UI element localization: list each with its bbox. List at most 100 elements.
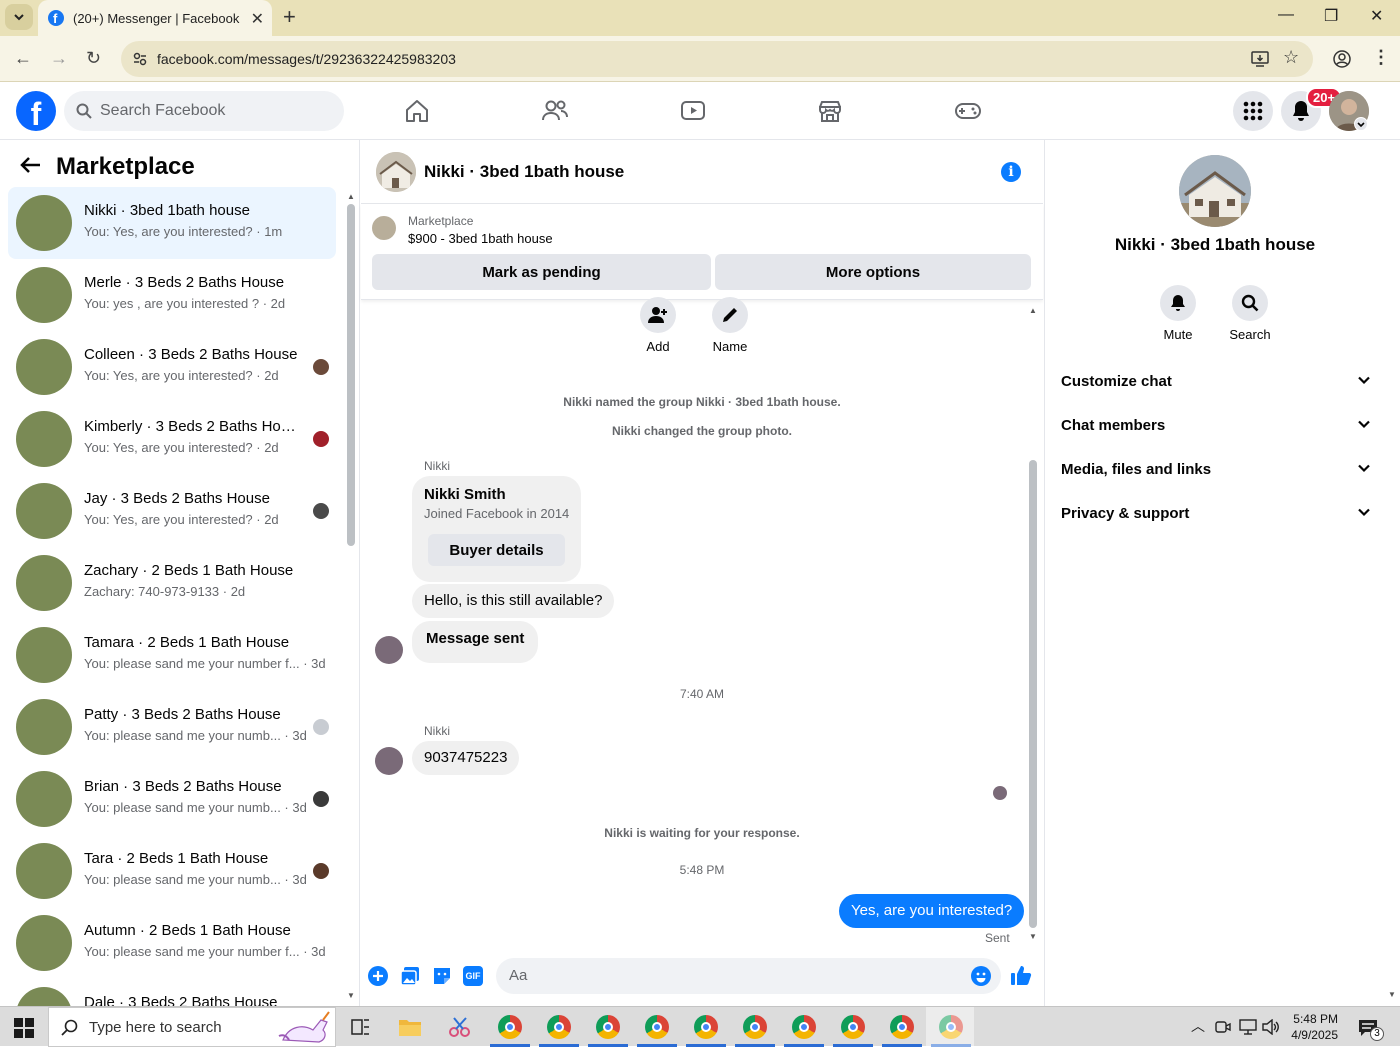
chrome-icon[interactable] <box>645 1015 669 1039</box>
conversation-row[interactable]: Nikki · 3bed 1bath house You: Yes, are yo… <box>8 187 336 259</box>
profile-icon[interactable] <box>1333 50 1351 68</box>
listing-avatar[interactable] <box>16 771 72 827</box>
scroll-up-icon[interactable]: ▲ <box>347 192 355 201</box>
gallery-icon[interactable] <box>400 966 420 986</box>
install-app-icon[interactable] <box>1251 51 1269 67</box>
chrome-icon[interactable] <box>547 1015 571 1039</box>
sender-avatar[interactable] <box>375 636 403 664</box>
volume-icon[interactable] <box>1262 1019 1280 1035</box>
message-bubble[interactable]: Message sent <box>412 621 539 663</box>
message-input[interactable]: Aa <box>496 958 1001 994</box>
chrome-icon[interactable] <box>498 1015 522 1039</box>
chrome-icon[interactable] <box>743 1015 767 1039</box>
minimize-icon[interactable]: — <box>1278 6 1294 24</box>
left-scrollbar[interactable] <box>347 204 355 546</box>
conversation-row[interactable]: Brian · 3 Beds 2 Baths House You: please … <box>8 763 336 835</box>
listing-avatar[interactable] <box>16 411 72 467</box>
listing-avatar[interactable] <box>16 267 72 323</box>
back-arrow-icon[interactable]: ← <box>14 48 32 69</box>
section-media-files-links[interactable]: Media, files and links <box>1061 461 1371 478</box>
back-arrow-icon[interactable] <box>20 156 42 174</box>
name-group-button[interactable]: Name <box>700 297 760 354</box>
friends-icon[interactable] <box>535 95 575 127</box>
info-icon[interactable]: i <box>1001 162 1021 182</box>
message-bubble[interactable]: Hello, is this still available? <box>412 584 615 618</box>
menu-grid-icon[interactable] <box>1233 91 1273 131</box>
my-message-bubble[interactable]: Yes, are you interested? <box>839 894 1025 928</box>
browser-menu-icon[interactable]: ⋮ <box>1372 47 1390 68</box>
listing-avatar[interactable] <box>16 915 72 971</box>
taskbar-search-box[interactable]: Type here to search <box>48 1007 336 1047</box>
more-options-button[interactable]: More options <box>715 254 1031 290</box>
video-icon[interactable] <box>673 95 713 127</box>
close-window-icon[interactable]: ✕ <box>1370 6 1383 26</box>
chat-title[interactable]: Nikki · 3bed 1bath house <box>424 162 624 182</box>
gif-icon[interactable]: GIF <box>463 966 483 986</box>
group-avatar[interactable] <box>376 152 416 192</box>
conversation-row[interactable]: Colleen · 3 Beds 2 Baths House You: Yes, … <box>8 331 336 403</box>
listing-avatar[interactable] <box>16 699 72 755</box>
tray-overflow-icon[interactable]: ︿ <box>1191 1016 1205 1036</box>
listing-thumbnail[interactable] <box>372 216 396 240</box>
listing-avatar[interactable] <box>16 555 72 611</box>
facebook-search-input[interactable]: Search Facebook <box>64 91 344 131</box>
task-view-icon[interactable] <box>350 1017 370 1037</box>
conversation-row[interactable]: Kimberly · 3 Beds 2 Baths House You: Yes,… <box>8 403 336 475</box>
listing-price[interactable]: $900 - 3bed 1bath house <box>408 231 553 246</box>
sender-avatar[interactable] <box>375 747 403 775</box>
facebook-logo-icon[interactable]: f <box>16 91 56 132</box>
group-photo[interactable] <box>1179 155 1251 227</box>
listing-avatar[interactable] <box>16 195 72 251</box>
tab-close-icon[interactable]: ✕ <box>251 9 264 29</box>
mute-button[interactable]: Mute <box>1148 285 1208 342</box>
snipping-tool-icon[interactable] <box>448 1016 472 1038</box>
scroll-up-icon[interactable]: ▲ <box>1029 306 1037 315</box>
marketplace-icon[interactable] <box>810 95 850 127</box>
site-info-icon[interactable] <box>132 51 148 67</box>
reload-icon[interactable]: ↻ <box>86 48 101 69</box>
gaming-icon[interactable] <box>948 95 988 127</box>
conversation-row[interactable]: Jay · 3 Beds 2 Baths House You: Yes, are … <box>8 475 336 547</box>
forward-arrow-icon[interactable]: → <box>50 48 68 69</box>
buyer-details-button[interactable]: Buyer details <box>428 534 565 566</box>
file-explorer-icon[interactable] <box>398 1016 422 1038</box>
chrome-icon[interactable] <box>841 1015 865 1039</box>
plus-circle-icon[interactable] <box>368 966 388 986</box>
system-clock[interactable]: 5:48 PM 4/9/2025 <box>1284 1011 1338 1043</box>
message-bubble[interactable]: 9037475223 <box>412 741 520 775</box>
chrome-icon[interactable] <box>890 1015 914 1039</box>
restore-icon[interactable]: ❐ <box>1324 6 1338 26</box>
sticker-icon[interactable] <box>432 966 452 986</box>
section-chat-members[interactable]: Chat members <box>1061 417 1371 434</box>
scroll-down-icon[interactable]: ▼ <box>1388 990 1396 999</box>
listing-avatar[interactable] <box>16 627 72 683</box>
chrome-icon[interactable] <box>792 1015 816 1039</box>
conversation-row[interactable]: Autumn · 2 Beds 1 Bath House You: please … <box>8 907 336 979</box>
add-people-button[interactable]: Add <box>628 297 688 354</box>
chrome-icon[interactable] <box>694 1015 718 1039</box>
conversation-row[interactable]: Dale · 3 Beds 2 Baths House <box>8 979 336 1006</box>
conversation-row[interactable]: Merle · 3 Beds 2 Baths House You: yes , a… <box>8 259 336 331</box>
emoji-icon[interactable] <box>971 966 991 986</box>
chrome-icon[interactable] <box>596 1015 620 1039</box>
mark-as-pending-button[interactable]: Mark as pending <box>372 254 711 290</box>
conversation-row[interactable]: Patty · 3 Beds 2 Baths House You: please … <box>8 691 336 763</box>
listing-avatar[interactable] <box>16 339 72 395</box>
meet-now-icon[interactable] <box>1215 1019 1231 1035</box>
conversation-row[interactable]: Tara · 2 Beds 1 Bath House You: please sa… <box>8 835 336 907</box>
browser-tab-active[interactable]: f (20+) Messenger | Facebook ✕ <box>38 0 272 36</box>
conversation-row[interactable]: Tamara · 2 Beds 1 Bath House You: please … <box>8 619 336 691</box>
listing-avatar[interactable] <box>16 987 72 1006</box>
scroll-down-icon[interactable]: ▼ <box>1029 932 1037 941</box>
listing-avatar[interactable] <box>16 843 72 899</box>
conversation-row[interactable]: Zachary · 2 Beds 1 Bath House Zachary: 74… <box>8 547 336 619</box>
home-icon[interactable] <box>397 95 437 127</box>
thumbs-up-icon[interactable] <box>1010 964 1032 986</box>
section-privacy-support[interactable]: Privacy & support <box>1061 505 1371 522</box>
search-chat-button[interactable]: Search <box>1220 285 1280 342</box>
section-customize-chat[interactable]: Customize chat <box>1061 373 1371 390</box>
account-chevron-icon[interactable] <box>1354 117 1368 131</box>
tab-search-button[interactable] <box>5 4 33 30</box>
bookmark-star-icon[interactable]: ☆ <box>1283 47 1299 68</box>
network-icon[interactable] <box>1239 1019 1257 1035</box>
